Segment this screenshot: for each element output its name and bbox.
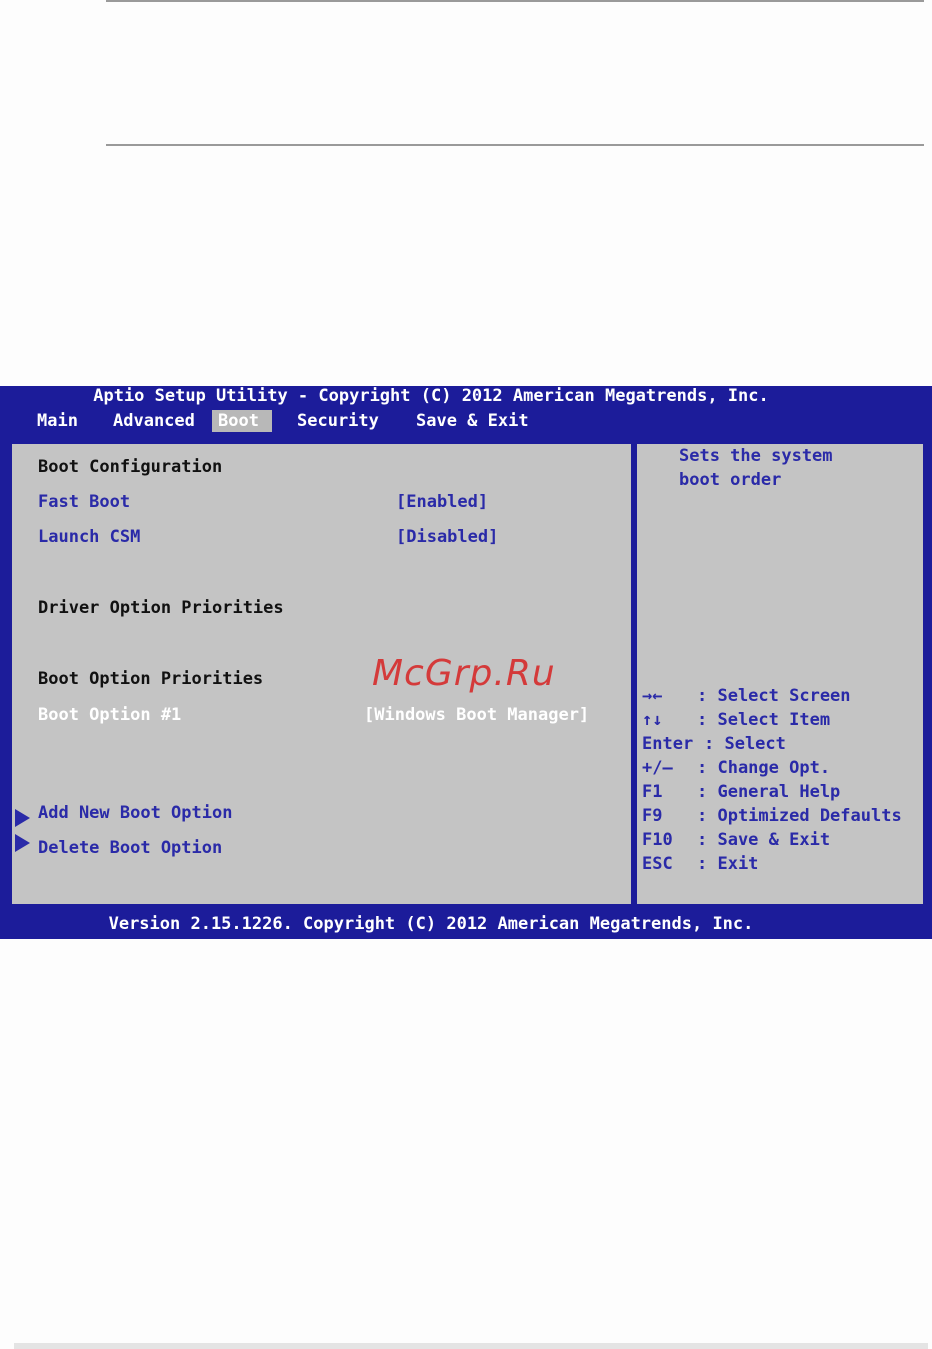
key-legend-row: F9 : Optimized Defaults [642,806,902,826]
bios-title: Aptio Setup Utility - Copyright (C) 2012… [93,386,769,406]
menu-boot[interactable]: Boot [212,410,272,432]
bios-menu-bar: Main Advanced Boot Security Save & Exit [0,410,932,432]
key-name: ↑↓ [642,710,663,730]
key-legend-row: ESC : Exit [642,854,758,874]
key-legend-row: F10 : Save & Exit [642,830,830,850]
help-text-line1: Sets the system [679,446,833,466]
submenu-arrow-icon [15,834,30,852]
key-desc: : Save & Exit [697,830,831,850]
boot-configuration-header: Boot Configuration [38,457,223,477]
menu-save-exit[interactable]: Save & Exit [410,410,535,432]
launch-csm-value[interactable]: [Disabled] [396,527,498,547]
help-text-line2: boot order [679,470,782,490]
key-name: Enter [642,734,694,754]
fast-boot-label[interactable]: Fast Boot [38,492,130,512]
watermark-text: McGrp.Ru [372,653,556,694]
bios-footer: Version 2.15.1226. Copyright (C) 2012 Am… [108,914,754,934]
boot-option-priorities-header: Boot Option Priorities [38,669,264,689]
page-top-rule [106,0,924,2]
key-legend-row: +/— : Change Opt. [642,758,830,778]
key-legend-row: ↑↓ : Select Item [642,710,830,730]
key-name: F1 [642,782,663,802]
menu-security[interactable]: Security [291,410,385,432]
key-desc: : General Help [697,782,841,802]
boot-option-1-label[interactable]: Boot Option #1 [38,705,181,725]
key-name: F10 [642,830,673,850]
key-legend-row: Enter : Select [642,734,786,754]
key-legend-row: F1 : General Help [642,782,840,802]
key-name: ESC [642,854,673,874]
add-new-boot-option[interactable]: Add New Boot Option [38,803,232,823]
fast-boot-value[interactable]: [Enabled] [396,492,488,512]
launch-csm-label[interactable]: Launch CSM [38,527,140,547]
key-name: F9 [642,806,663,826]
key-desc: : Exit [697,854,759,874]
menu-main[interactable]: Main [31,410,84,432]
key-desc: : Optimized Defaults [697,806,902,826]
key-name: +/— [642,758,673,778]
page-divider-rule [106,144,924,146]
key-desc: : Select Item [697,710,831,730]
submenu-arrow-icon [15,809,30,827]
menu-advanced[interactable]: Advanced [107,410,201,432]
key-legend-row: →← : Select Screen [642,686,851,706]
key-desc: : Select Screen [697,686,851,706]
driver-option-priorities-header: Driver Option Priorities [38,598,284,618]
boot-option-1-value[interactable]: [Windows Boot Manager] [364,705,589,725]
delete-boot-option[interactable]: Delete Boot Option [38,838,222,858]
key-desc: : Change Opt. [697,758,831,778]
key-name: →← [642,686,663,706]
key-desc: : Select [704,734,786,754]
page-bottom-strip [14,1343,928,1349]
